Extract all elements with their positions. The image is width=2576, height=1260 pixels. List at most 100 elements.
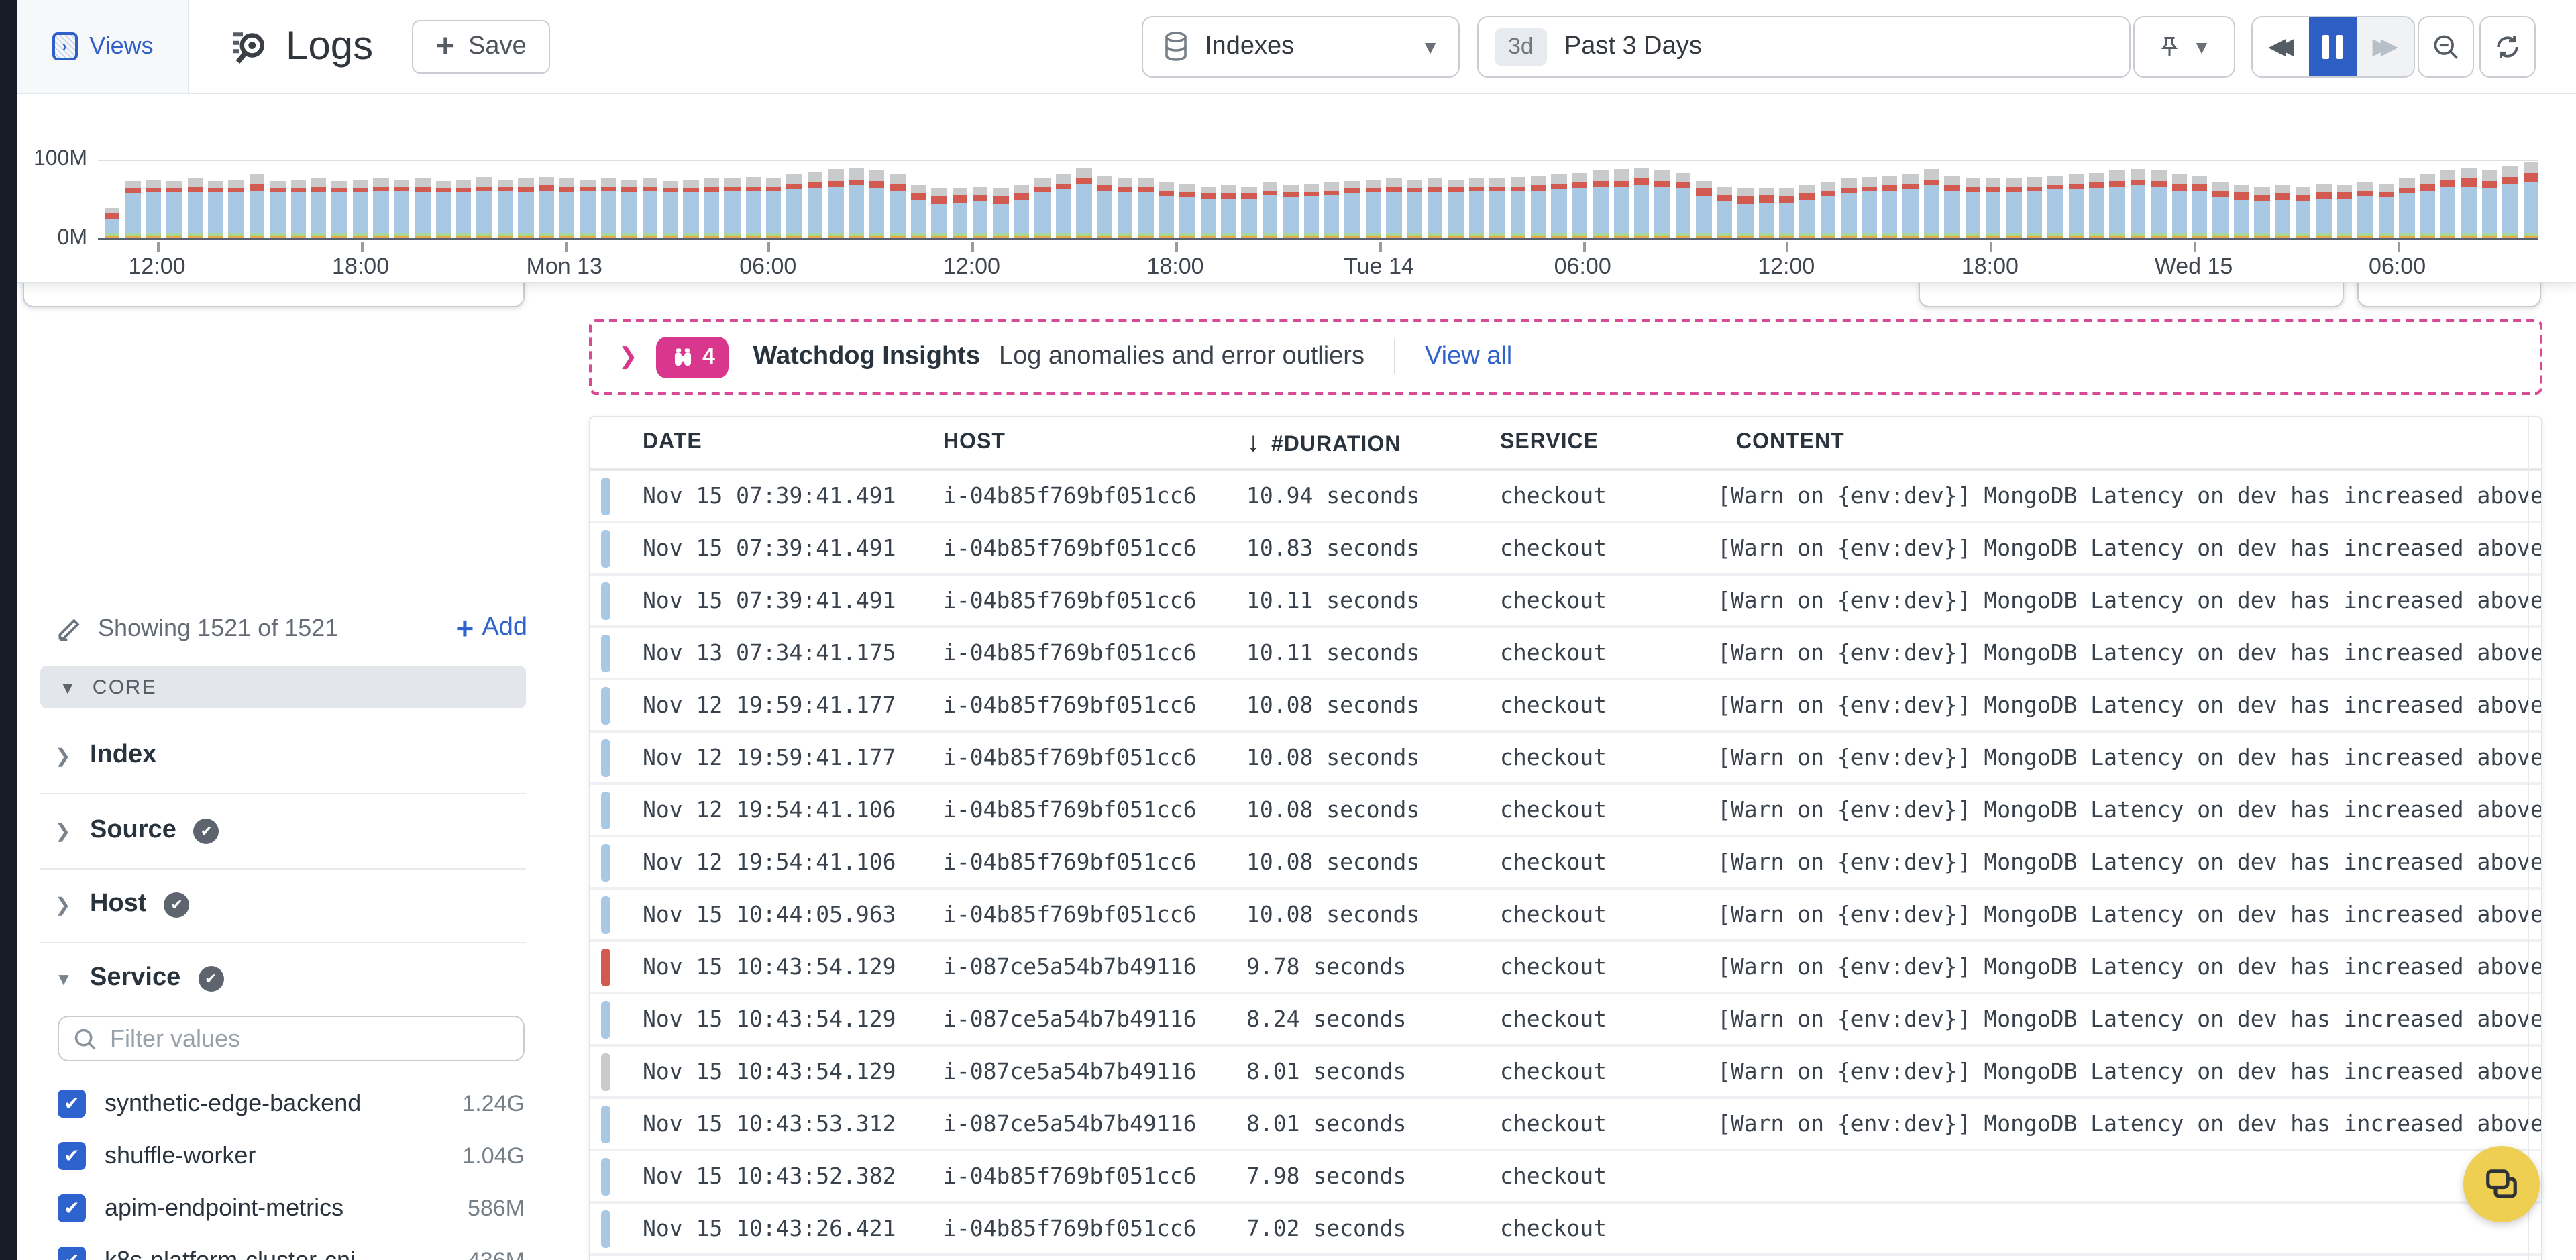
log-row[interactable]: Nov 12 19:59:41.177i-04b85f769bf051cc610… [590, 733, 2541, 785]
checkbox-checked[interactable]: ✔ [58, 1194, 86, 1222]
zoom-out-button[interactable] [2418, 16, 2474, 78]
histogram-bar[interactable] [539, 176, 554, 238]
histogram-bar[interactable] [2399, 179, 2414, 238]
histogram-bar[interactable] [435, 180, 451, 238]
histogram-bar[interactable] [353, 180, 368, 238]
histogram-bar[interactable] [1014, 185, 1030, 238]
histogram-bar[interactable] [477, 177, 492, 238]
view-all-link[interactable]: View all [1425, 342, 1512, 372]
histogram-bar[interactable] [1159, 182, 1174, 238]
histogram-bar[interactable] [1862, 177, 1877, 238]
histogram-bar[interactable] [1758, 188, 1774, 238]
log-row[interactable]: Nov 15 07:39:41.491i-04b85f769bf051cc610… [590, 471, 2541, 523]
histogram-bar[interactable] [1965, 178, 1980, 238]
service-filter-item[interactable]: ✔k8s-platform-cluster-cni436M [58, 1235, 525, 1260]
histogram-bar[interactable] [270, 180, 286, 238]
histogram-bar[interactable] [2255, 187, 2270, 238]
column-header-service[interactable]: SERVICE [1500, 431, 1717, 455]
histogram-bar[interactable] [2068, 174, 2084, 238]
histogram-bar[interactable] [1882, 176, 1898, 238]
histogram-bar[interactable] [1531, 176, 1546, 238]
histogram-bar[interactable] [1035, 178, 1051, 238]
save-button[interactable]: + Save [412, 20, 551, 74]
histogram-bar[interactable] [994, 189, 1009, 238]
histogram-bar[interactable] [2481, 171, 2497, 238]
log-row[interactable]: Nov 15 10:43:54.129i-087ce5a54b7b491168.… [590, 994, 2541, 1047]
column-header-host[interactable]: HOST [943, 431, 1246, 455]
histogram-bar[interactable] [2027, 177, 2043, 238]
log-row[interactable]: Nov 15 10:43:52.382i-04b85f769bf051cc67.… [590, 1151, 2541, 1204]
add-facet-button[interactable]: + Add [456, 610, 528, 646]
histogram-bar[interactable] [1097, 176, 1112, 238]
histogram-bar[interactable] [2337, 185, 2353, 238]
histogram-bar[interactable] [1303, 184, 1319, 238]
histogram-bar[interactable] [1903, 174, 1919, 238]
facet-host[interactable]: ❯ Host ✔ [55, 880, 511, 929]
pause-button[interactable] [2310, 17, 2357, 76]
histogram-bar[interactable] [1572, 172, 1588, 238]
checkbox-checked[interactable]: ✔ [58, 1142, 86, 1170]
histogram-bar[interactable] [105, 207, 120, 238]
service-filter-item[interactable]: ✔apim-endpoint-metrics586M [58, 1182, 525, 1235]
histogram-bar[interactable] [684, 180, 699, 238]
indexes-dropdown[interactable]: Indexes ▼ [1142, 16, 1460, 78]
histogram-bar[interactable] [1510, 177, 1525, 238]
table-options-cut[interactable] [1919, 283, 2344, 307]
histogram-bar[interactable] [456, 180, 472, 238]
histogram-bar[interactable] [1800, 185, 1815, 238]
facet-index[interactable]: ❯ Index [55, 731, 511, 780]
histogram-bar[interactable] [1366, 180, 1381, 238]
histogram-bar[interactable] [2502, 166, 2518, 238]
histogram-bar[interactable] [1924, 170, 1939, 238]
histogram-bar[interactable] [229, 180, 244, 238]
histogram-bar[interactable] [1489, 178, 1505, 238]
service-filter-item[interactable]: ✔synthetic-edge-backend1.24G [58, 1078, 525, 1130]
histogram-bar[interactable] [394, 180, 409, 238]
histogram-bar[interactable] [311, 179, 327, 238]
facet-filter-input[interactable] [110, 1025, 510, 1053]
histogram-bar[interactable] [2461, 168, 2477, 238]
histogram-bar[interactable] [1386, 179, 1401, 238]
histogram-bar[interactable] [766, 179, 782, 238]
histogram-bar[interactable] [2089, 172, 2104, 238]
histogram-bar[interactable] [518, 179, 533, 238]
histogram-bar[interactable] [1179, 184, 1195, 238]
histogram-bar[interactable] [2440, 170, 2456, 238]
histogram-bar[interactable] [166, 180, 182, 238]
histogram-bar[interactable] [1118, 178, 1133, 238]
histogram-bar[interactable] [745, 177, 761, 238]
table-options-cut[interactable] [2357, 283, 2541, 307]
service-filter-item[interactable]: ✔shuffle-worker1.04G [58, 1130, 525, 1182]
histogram-bar[interactable] [952, 188, 967, 238]
histogram-bar[interactable] [332, 180, 347, 238]
histogram-bar[interactable] [911, 185, 926, 238]
histogram-bar[interactable] [125, 180, 141, 238]
histogram-bar[interactable] [1324, 182, 1340, 238]
histogram-bar[interactable] [290, 180, 306, 238]
histogram-bar[interactable] [808, 172, 823, 238]
histogram-bar[interactable] [2316, 184, 2332, 238]
checkbox-checked[interactable]: ✔ [58, 1247, 86, 1260]
log-row[interactable]: Nov 15 10:43:26.421i-04b85f769bf051cc67.… [590, 1204, 2541, 1256]
log-row[interactable]: Nov 15 10:43:54.129i-087ce5a54b7b491168.… [590, 1047, 2541, 1099]
side-panel-toggle-button[interactable] [2463, 1146, 2540, 1222]
log-row[interactable]: Nov 15 07:39:41.491i-04b85f769bf051cc610… [590, 576, 2541, 628]
step-back-button[interactable]: ◀◀ [2253, 17, 2310, 76]
histogram-bar[interactable] [932, 189, 947, 238]
pin-timeframe-button[interactable]: ▼ [2133, 16, 2235, 78]
histogram-bar[interactable] [187, 179, 203, 238]
column-header-content[interactable]: CONTENT [1717, 431, 2541, 455]
histogram-bar[interactable] [1820, 182, 1835, 238]
histogram-bar[interactable] [2234, 185, 2249, 238]
histogram-bar[interactable] [415, 179, 430, 238]
histogram-bar[interactable] [849, 168, 864, 238]
histogram-bar[interactable] [580, 180, 596, 238]
histogram-bar[interactable] [2171, 174, 2187, 238]
histogram-bar[interactable] [2275, 185, 2290, 238]
views-button[interactable]: › Views [17, 0, 189, 93]
histogram-bar[interactable] [374, 178, 389, 238]
histogram-bar[interactable] [208, 180, 223, 238]
refresh-button[interactable] [2479, 16, 2536, 78]
histogram-bar[interactable] [1138, 179, 1154, 238]
log-row[interactable]: Nov 12 19:54:41.106i-04b85f769bf051cc610… [590, 837, 2541, 890]
